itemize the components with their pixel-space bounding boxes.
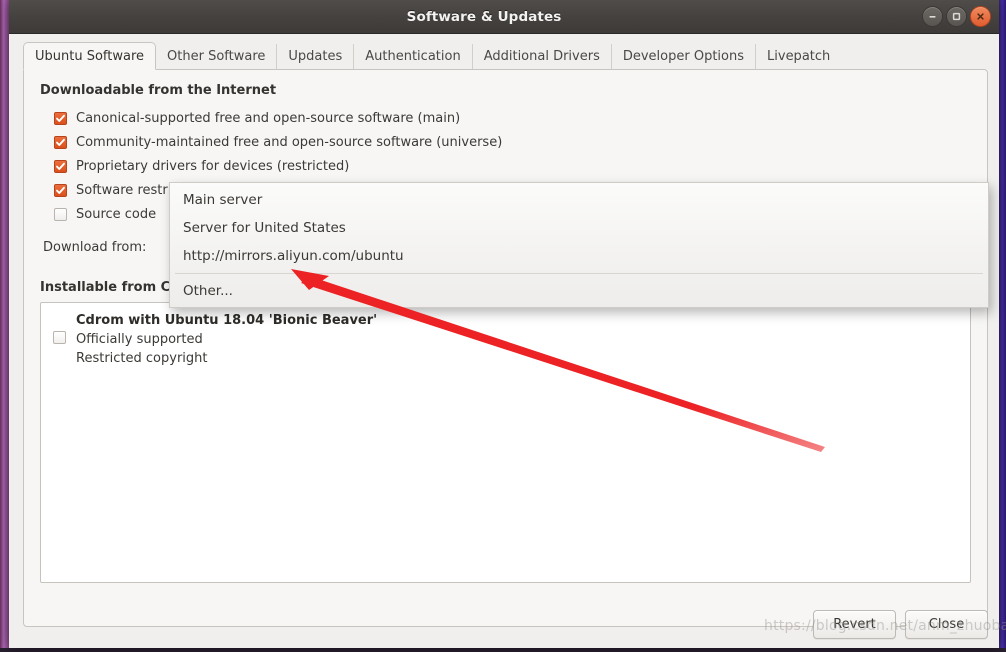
checkbox-universe[interactable] [54,135,67,149]
tab-label: Authentication [365,49,461,64]
dropdown-item-server-united-states[interactable]: Server for United States [170,214,988,242]
checkbox-main[interactable] [54,111,67,125]
minimize-icon [927,11,938,22]
tab-additional-drivers[interactable]: Additional Drivers [473,44,612,69]
tab-updates[interactable]: Updates [277,44,355,69]
revert-button[interactable]: Revert [813,609,896,639]
checkbox-label-source-code: Source code [76,206,157,222]
checkbox-source-code[interactable] [54,207,67,221]
close-icon [975,11,986,22]
minimize-button[interactable] [922,6,943,27]
tab-other-software[interactable]: Other Software [156,44,278,69]
dropdown-item-other[interactable]: Other... [170,277,988,305]
tab-label: Ubuntu Software [35,48,145,64]
tab-developer-options[interactable]: Developer Options [612,44,757,69]
checkbox-row-universe[interactable]: Community-maintained free and open-sourc… [40,130,971,154]
software-updates-window: Software & Updates Ubuntu Software Other… [9,0,1006,648]
tab-label: Other Software [167,49,266,64]
cdrom-item-text: Cdrom with Ubuntu 18.04 'Bionic Beaver' … [76,311,377,368]
dropdown-separator [175,273,983,274]
tab-label: Updates [288,49,343,64]
checkbox-row-restricted[interactable]: Proprietary drivers for devices (restric… [40,154,971,178]
desktop-left-edge [0,0,9,648]
tab-bar: Ubuntu Software Other Software Updates A… [9,41,999,70]
tab-ubuntu-software[interactable]: Ubuntu Software [23,42,157,70]
cdrom-item-copyright: Restricted copyright [76,351,208,366]
checkbox-restricted[interactable] [54,159,67,173]
download-from-label: Download from: [43,239,147,255]
ubuntu-software-panel: Downloadable from the Internet Canonical… [23,69,988,627]
tab-label: Livepatch [767,49,831,64]
window-controls [922,0,991,33]
checkbox-label-universe: Community-maintained free and open-sourc… [76,134,503,150]
dropdown-item-mirror-url[interactable]: http://mirrors.aliyun.com/ubuntu [170,242,988,270]
close-button[interactable] [970,6,991,27]
close-dialog-button[interactable]: Close [905,609,988,639]
checkbox-row-main[interactable]: Canonical-supported free and open-source… [40,106,971,130]
cdrom-item-name: Cdrom with Ubuntu 18.04 'Bionic Beaver' [76,313,378,328]
window-titlebar: Software & Updates [9,0,999,34]
desktop-right-edge [999,0,1006,648]
tab-label: Additional Drivers [483,49,600,64]
cdrom-item-supported: Officially supported [76,332,203,347]
tab-label: Developer Options [622,49,745,64]
internet-section-title: Downloadable from the Internet [40,83,277,98]
dropdown-item-main-server[interactable]: Main server [170,186,988,214]
tab-livepatch[interactable]: Livepatch [756,44,841,69]
window-title: Software & Updates [406,8,562,25]
cdrom-list-item[interactable]: Cdrom with Ubuntu 18.04 'Bionic Beaver' … [51,311,960,368]
dialog-button-bar: Revert Close [23,604,988,644]
maximize-button[interactable] [946,6,967,27]
checkbox-label-restricted: Proprietary drivers for devices (restric… [76,158,350,174]
checkbox-cdrom[interactable] [53,331,66,344]
maximize-icon [951,11,962,22]
checkbox-multiverse[interactable] [54,183,67,197]
cdrom-list[interactable]: Cdrom with Ubuntu 18.04 'Bionic Beaver' … [40,302,971,583]
download-from-dropdown-menu[interactable]: Main server Server for United States htt… [169,182,989,308]
checkbox-label-main: Canonical-supported free and open-source… [76,110,461,126]
tab-authentication[interactable]: Authentication [354,44,473,69]
